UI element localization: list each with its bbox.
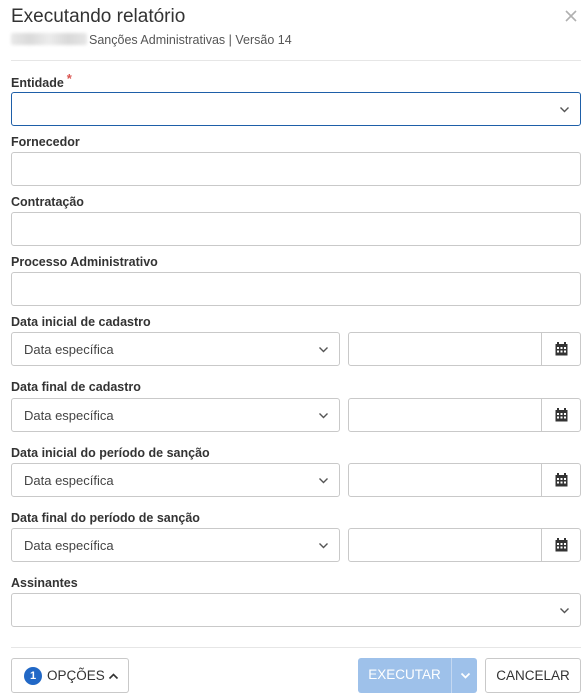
dialog-title: Executando relatório <box>11 6 186 27</box>
execute-label: EXECUTAR <box>368 667 441 682</box>
data-final-sancao-date-input[interactable] <box>348 528 581 562</box>
select-value: Data específica <box>24 408 114 423</box>
required-mark: * <box>66 71 72 86</box>
contratacao-label: Contratação <box>11 195 84 209</box>
data-inicial-sancao-date-input[interactable] <box>348 463 581 497</box>
select-value: Data específica <box>24 473 114 488</box>
dialog-header: Executando relatório Sanções Administrat… <box>0 0 586 60</box>
execute-button[interactable]: EXECUTAR <box>358 658 477 693</box>
options-button[interactable]: 1 OPÇÕES <box>11 658 129 693</box>
fornecedor-label: Fornecedor <box>11 135 80 149</box>
data-inicial-sancao-select[interactable]: Data específica <box>11 463 340 497</box>
header-divider <box>11 60 581 61</box>
chevron-down-icon <box>560 608 569 614</box>
data-final-sancao-label: Data final do período de sanção <box>11 511 200 525</box>
cancel-button[interactable]: CANCELAR <box>485 658 581 693</box>
data-inicial-cadastro-label: Data inicial de cadastro <box>11 315 151 329</box>
select-value: Data específica <box>24 538 114 553</box>
processo-administrativo-input[interactable] <box>11 272 581 306</box>
data-final-sancao-select[interactable]: Data específica <box>11 528 340 562</box>
processo-administrativo-label: Processo Administrativo <box>11 255 158 269</box>
contratacao-input[interactable] <box>11 212 581 246</box>
chevron-down-icon <box>319 347 328 353</box>
data-inicial-sancao-label: Data inicial do período de sanção <box>11 446 210 460</box>
entidade-select[interactable] <box>11 92 581 126</box>
calendar-icon <box>555 342 568 356</box>
calendar-button[interactable] <box>541 333 580 365</box>
fornecedor-input[interactable] <box>11 152 581 186</box>
calendar-button[interactable] <box>541 529 580 561</box>
footer-divider <box>11 647 581 648</box>
data-final-cadastro-select[interactable]: Data específica <box>11 398 340 432</box>
calendar-icon <box>555 408 568 422</box>
calendar-icon <box>555 473 568 487</box>
data-inicial-cadastro-select[interactable]: Data específica <box>11 332 340 366</box>
select-value: Data específica <box>24 342 114 357</box>
chevron-down-icon <box>319 543 328 549</box>
chevron-down-icon <box>319 478 328 484</box>
execute-dropdown-toggle[interactable] <box>451 658 477 693</box>
calendar-button[interactable] <box>541 399 580 431</box>
chevron-down-icon <box>319 413 328 419</box>
cancel-label: CANCELAR <box>496 668 570 683</box>
entidade-label: Entidade * <box>11 71 72 90</box>
report-name-version: Sanções Administrativas | Versão 14 <box>89 33 292 47</box>
chevron-down-icon <box>560 107 569 113</box>
assinantes-select[interactable] <box>11 593 581 627</box>
chevron-up-icon <box>108 673 119 680</box>
chevron-down-icon <box>460 672 471 679</box>
data-final-cadastro-label: Data final de cadastro <box>11 380 141 394</box>
dialog-subtitle: Sanções Administrativas | Versão 14 <box>11 33 292 47</box>
data-inicial-cadastro-date-input[interactable] <box>348 332 581 366</box>
options-label: OPÇÕES <box>47 668 105 683</box>
redacted-text <box>11 33 87 45</box>
close-icon[interactable] <box>564 9 580 25</box>
calendar-icon <box>555 538 568 552</box>
data-final-cadastro-date-input[interactable] <box>348 398 581 432</box>
assinantes-label: Assinantes <box>11 576 78 590</box>
options-count-badge: 1 <box>24 667 42 685</box>
calendar-button[interactable] <box>541 464 580 496</box>
